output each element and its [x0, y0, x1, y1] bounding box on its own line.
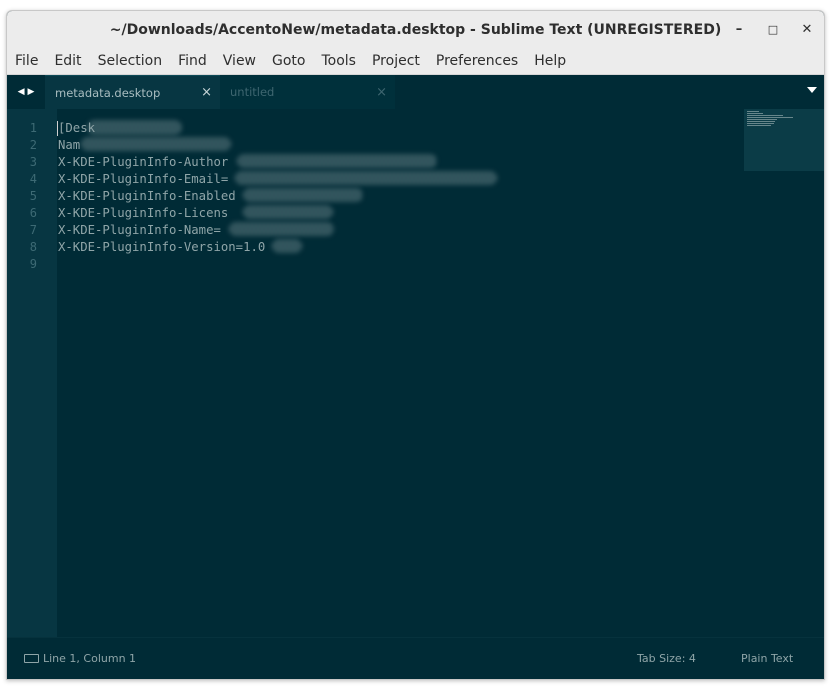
menu-preferences[interactable]: Preferences [428, 48, 526, 75]
editor-area[interactable]: 1 2 3 4 5 6 7 8 9 [Desk Nam X-KDE-Plugin… [7, 109, 824, 639]
menu-project[interactable]: Project [364, 48, 428, 75]
cursor-position: Line 1, Column 1 [43, 652, 137, 665]
line-number: 4 [29, 172, 37, 186]
menu-selection[interactable]: Selection [90, 48, 171, 75]
line-number: 5 [29, 189, 37, 203]
syntax-selector[interactable]: Plain Text [741, 652, 793, 665]
menu-file[interactable]: File [7, 48, 46, 75]
sublime-window: ~/Downloads/AccentoNew/metadata.desktop … [6, 10, 825, 680]
redacted-text [237, 154, 437, 168]
line-number-gutter: 1 2 3 4 5 6 7 8 9 [7, 109, 57, 639]
line-number: 7 [29, 223, 37, 237]
menu-tools[interactable]: Tools [313, 48, 364, 75]
minimap[interactable] [744, 109, 824, 171]
line-number: 9 [29, 257, 37, 271]
redacted-text [272, 239, 302, 253]
menu-help[interactable]: Help [526, 48, 574, 75]
minimize-button[interactable]: – [722, 11, 756, 48]
menu-goto[interactable]: Goto [264, 48, 313, 75]
tab-size-selector[interactable]: Tab Size: 4 [637, 652, 696, 665]
minimap-line [747, 121, 775, 122]
minimap-line [747, 117, 793, 118]
code-line: Nam [58, 138, 81, 152]
panel-toggle-icon[interactable] [24, 654, 39, 663]
redacted-text [229, 222, 334, 236]
code-line: X-KDE-PluginInfo-Name= [58, 223, 221, 237]
window-controls: – □ ✕ [722, 11, 824, 48]
status-bar: Line 1, Column 1 Tab Size: 4 Plain Text [7, 637, 824, 679]
line-number: 2 [29, 138, 37, 152]
tab-nav: ◀ ▶ [7, 75, 45, 109]
menu-find[interactable]: Find [170, 48, 215, 75]
menu-view[interactable]: View [215, 48, 264, 75]
code-text-area[interactable]: [Desk Nam X-KDE-PluginInfo-Author X-KDE-… [57, 109, 824, 639]
menu-bar: File Edit Selection Find View Goto Tools… [7, 48, 824, 75]
line-number: 6 [29, 206, 37, 220]
redacted-text [81, 137, 231, 151]
tab-bar: ◀ ▶ metadata.desktop × untitled × [7, 75, 824, 109]
tab-label: untitled [230, 85, 275, 99]
minimap-line [747, 115, 783, 116]
code-line: X-KDE-PluginInfo-Licens [58, 206, 229, 220]
minimap-line [747, 125, 771, 126]
code-line: X-KDE-PluginInfo-Enabled [58, 189, 236, 203]
line-number: 8 [29, 240, 37, 254]
redacted-text [243, 188, 363, 202]
tab-back-icon[interactable]: ◀ [18, 87, 25, 97]
redacted-text [235, 171, 497, 185]
line-number: 1 [29, 121, 37, 135]
tab-label: metadata.desktop [55, 85, 161, 100]
maximize-button[interactable]: □ [756, 11, 790, 48]
tab-untitled[interactable]: untitled × [220, 75, 395, 109]
code-line: X-KDE-PluginInfo-Version=1.0 [58, 240, 266, 254]
close-button[interactable]: ✕ [790, 11, 824, 48]
tab-metadata-desktop[interactable]: metadata.desktop × [45, 75, 220, 109]
window-title: ~/Downloads/AccentoNew/metadata.desktop … [109, 21, 722, 38]
redacted-text [87, 120, 182, 135]
redacted-text [243, 205, 333, 219]
minimap-line [747, 111, 759, 112]
minimap-line [747, 123, 774, 124]
tab-close-icon[interactable]: × [376, 85, 387, 100]
code-line: X-KDE-PluginInfo-Author [58, 155, 229, 169]
minimap-line [747, 119, 777, 120]
tab-menu-chevron-down-icon[interactable] [807, 87, 817, 93]
tab-forward-icon[interactable]: ▶ [28, 87, 35, 97]
code-line: X-KDE-PluginInfo-Email= [58, 172, 229, 186]
line-number: 3 [29, 155, 37, 169]
title-bar: ~/Downloads/AccentoNew/metadata.desktop … [7, 11, 824, 48]
tab-close-icon[interactable]: × [201, 85, 212, 100]
menu-edit[interactable]: Edit [46, 48, 89, 75]
minimap-line [747, 113, 763, 114]
